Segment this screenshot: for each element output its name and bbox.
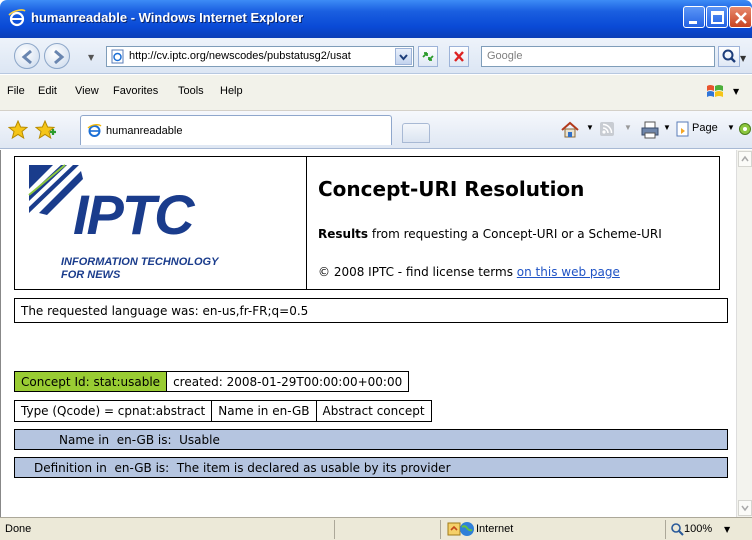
forward-arrow-icon (54, 49, 65, 65)
status-bar: Done Internet 100% ▼ (0, 517, 752, 540)
status-separator (440, 520, 441, 539)
feeds-icon[interactable] (598, 120, 616, 138)
print-dropdown-icon[interactable]: ▼ (663, 123, 671, 132)
search-placeholder: Google (487, 50, 523, 62)
status-separator (334, 520, 335, 539)
created-date: created: 2008-01-29T00:00:00+00:00 (173, 375, 403, 389)
results-text: Results from requesting a Concept-URI or… (318, 227, 662, 241)
copyright-text: © 2008 IPTC - find license terms on this… (318, 265, 620, 279)
chevron-down-icon[interactable]: ▼ (733, 87, 739, 96)
window-title: humanreadable - Windows Internet Explore… (31, 10, 304, 25)
type-qcode: Type (Qcode) = cpnat:abstract (15, 401, 213, 421)
name-row: Name in en-GB is: Usable (14, 429, 728, 450)
address-toolbar: ▼ http://cv.iptc.org/newscodes/pubstatus… (0, 38, 752, 74)
page-icon (87, 124, 102, 137)
page-menu-button[interactable]: Page (692, 122, 718, 134)
results-rest: from requesting a Concept-URI or a Schem… (371, 227, 662, 241)
security-zone[interactable]: Internet (476, 523, 513, 535)
menu-edit[interactable]: Edit (38, 85, 57, 97)
page-content: IPTC INFORMATION TECHNOLOGY FOR NEWS Con… (0, 150, 736, 517)
page-icon (111, 49, 124, 64)
header-table: IPTC INFORMATION TECHNOLOGY FOR NEWS Con… (14, 156, 720, 290)
iptc-logo: IPTC INFORMATION TECHNOLOGY FOR NEWS (15, 157, 307, 289)
menu-file[interactable]: File (7, 85, 25, 97)
license-link[interactable]: on this web page (517, 265, 620, 279)
refresh-button[interactable] (418, 46, 438, 67)
logo-tagline-2: FOR NEWS (61, 269, 121, 281)
page-title: Concept-URI Resolution (318, 177, 585, 201)
address-field[interactable]: http://cv.iptc.org/newscodes/pubstatusg2… (106, 46, 414, 67)
refresh-icon (422, 52, 434, 61)
logo-tagline-1: INFORMATION TECHNOLOGY (61, 256, 219, 268)
add-favorites-icon[interactable] (35, 120, 57, 140)
zoom-icon (671, 523, 684, 536)
name-row-text: Name in en-GB is: Usable (59, 433, 220, 447)
search-box[interactable]: Google (481, 46, 715, 67)
feeds-dropdown-icon[interactable]: ▼ (624, 123, 632, 132)
concept-id: Concept Id: stat:usable (15, 372, 168, 391)
maximize-button[interactable] (706, 6, 728, 28)
page-dropdown-icon[interactable]: ▼ (727, 123, 735, 132)
back-arrow-icon (21, 49, 32, 65)
home-dropdown-icon[interactable]: ▼ (586, 123, 594, 132)
definition-row-text: Definition in en-GB is: The item is decl… (34, 461, 451, 475)
menu-tools[interactable]: Tools (178, 85, 204, 97)
scroll-down-button[interactable] (738, 500, 752, 516)
favorites-tab-bar: humanreadable ▼ ▼ ▼ Page ▼ (0, 111, 752, 149)
type-row: Type (Qcode) = cpnat:abstract Name in en… (14, 400, 432, 422)
close-button[interactable] (729, 6, 752, 28)
windows-logo-icon (707, 85, 723, 97)
search-button[interactable] (718, 46, 740, 67)
zoom-level[interactable]: 100% (684, 523, 712, 535)
minimize-button[interactable] (683, 6, 705, 28)
language-info: The requested language was: en-us,fr-FR;… (14, 298, 728, 323)
vertical-scrollbar[interactable] (736, 150, 752, 517)
chevron-down-icon (741, 505, 749, 512)
header-info: Concept-URI Resolution Results from requ… (307, 157, 719, 289)
stop-button[interactable] (449, 46, 469, 67)
maximize-icon (711, 11, 724, 24)
tab-humanreadable[interactable]: humanreadable (80, 115, 392, 145)
zoom-dropdown-icon[interactable]: ▼ (724, 525, 730, 534)
forward-button[interactable] (44, 43, 70, 69)
url-text[interactable]: http://cv.iptc.org/newscodes/pubstatusg2… (129, 50, 391, 62)
logo-brand: IPTC (73, 183, 195, 246)
search-options-icon[interactable]: ▼ (740, 54, 746, 63)
tab-label: humanreadable (106, 125, 183, 137)
status-separator (665, 520, 666, 539)
title-bar[interactable]: humanreadable - Windows Internet Explore… (0, 0, 752, 38)
page-menu-icon (676, 121, 689, 137)
menu-bar: File Edit View Favorites Tools Help ▼ (0, 75, 752, 111)
definition-row: Definition in en-GB is: The item is decl… (14, 457, 728, 478)
history-dropdown-icon[interactable]: ▼ (88, 53, 94, 62)
home-icon[interactable] (560, 120, 580, 140)
internet-globe-icon (460, 522, 474, 536)
new-tab-button[interactable] (402, 123, 430, 143)
close-icon (735, 12, 747, 24)
print-icon[interactable] (640, 120, 660, 140)
results-bold: Results (318, 227, 369, 241)
type-name-value: Abstract concept (322, 404, 425, 418)
ie-logo-icon (8, 9, 26, 27)
menu-favorites[interactable]: Favorites (113, 85, 158, 97)
scroll-up-button[interactable] (738, 151, 752, 167)
status-text: Done (5, 523, 32, 535)
menu-view[interactable]: View (75, 85, 99, 97)
menu-help[interactable]: Help (220, 85, 243, 97)
concept-row: Concept Id: stat:usable created: 2008-01… (14, 371, 410, 392)
type-name-in: Name in en-GB (212, 401, 317, 421)
back-button[interactable] (14, 43, 40, 69)
favorites-star-icon[interactable] (8, 120, 28, 140)
stop-icon (454, 51, 464, 62)
tools-gear-icon (739, 123, 751, 135)
search-icon (722, 49, 736, 63)
minimize-icon (689, 21, 697, 24)
chevron-down-icon (399, 54, 408, 61)
address-dropdown-button[interactable] (395, 48, 412, 65)
chevron-up-icon (741, 155, 749, 162)
copyright-label: © 2008 IPTC - find license terms (318, 265, 513, 279)
